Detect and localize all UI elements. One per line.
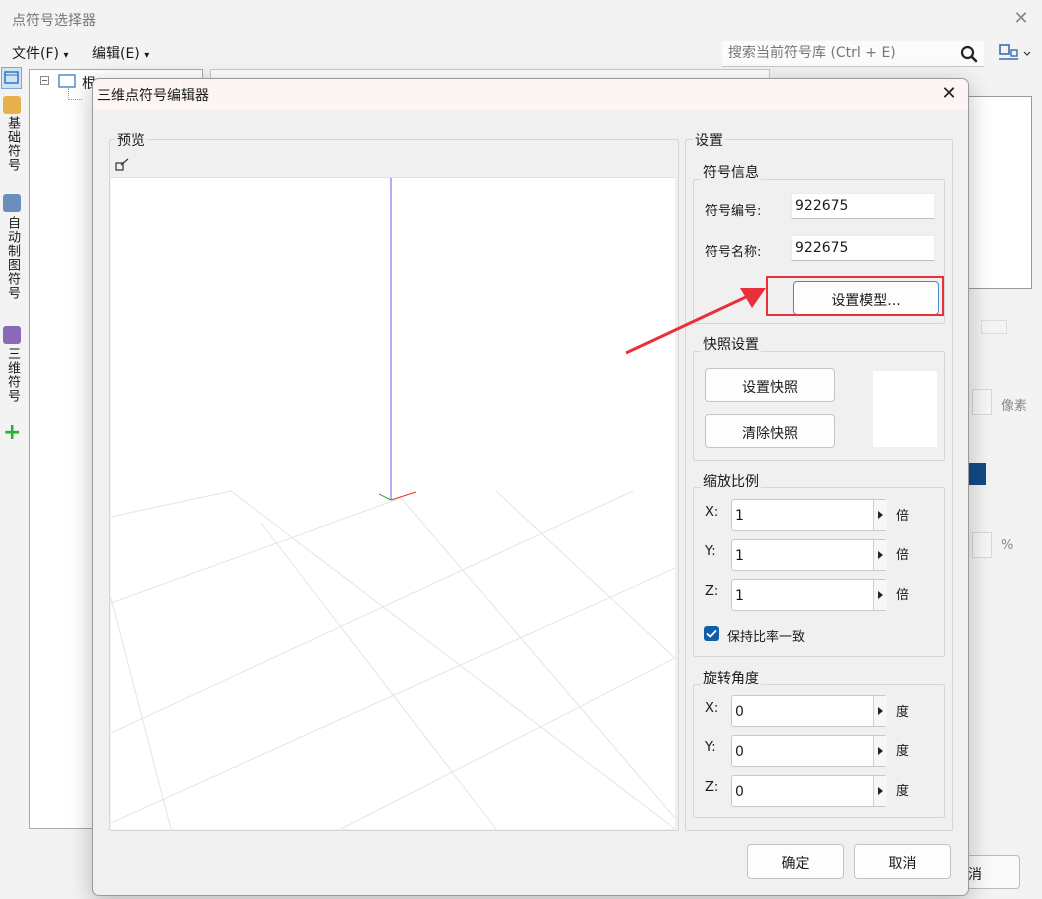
highlight-box (766, 276, 944, 316)
snapshot-thumbnail (873, 371, 937, 447)
rotation-x-label: X: (705, 701, 719, 716)
scale-y-value: 1 (735, 548, 744, 564)
rail-folder-icon[interactable] (1, 67, 22, 89)
preview-toolbar (111, 152, 675, 178)
left-tab-rail: 基础符号 自动制图符号 三维符号 + (0, 66, 24, 899)
rotation-z-unit: 度 (896, 784, 910, 799)
rotation-x-unit: 度 (896, 705, 910, 720)
3d-point-symbol-editor-dialog: 三维点符号编辑器 ✕ 预览 设置 符号信息 符号编号: 922675 符号名称:… (92, 78, 969, 896)
scale-x-unit: 倍 (896, 509, 910, 524)
keep-ratio-checkbox[interactable] (704, 626, 719, 641)
ground-grid (111, 490, 675, 829)
rotation-y-stepper[interactable]: 0 (731, 735, 887, 767)
scale-z-unit: 倍 (896, 588, 910, 603)
scale-z-value: 1 (735, 588, 744, 604)
reset-view-icon[interactable] (115, 158, 129, 172)
menu-edit-label: 编辑(E) (92, 46, 140, 62)
symbol-id-field[interactable]: 922675 (791, 193, 935, 219)
selector-cancel-label: 消 (968, 867, 982, 883)
scale-title: 缩放比例 (701, 471, 761, 491)
scale-x-arrow-icon[interactable] (873, 500, 887, 530)
dialog-close-icon[interactable]: ✕ (938, 83, 960, 105)
dialog-title: 三维点符号编辑器 (97, 88, 209, 104)
scale-y-arrow-icon[interactable] (873, 540, 887, 570)
rail-tab-3d[interactable]: 三维符号 (2, 347, 22, 403)
auto-map-symbol-icon (3, 194, 21, 212)
search-box[interactable] (722, 41, 984, 67)
x-axis-line (390, 491, 417, 501)
menu-file-arrow-icon: ▾ (63, 50, 69, 61)
symbol-id-label: 符号编号: (705, 204, 762, 219)
search-icon[interactable] (960, 45, 978, 63)
bg-opacity-spin[interactable] (972, 532, 992, 558)
tree-folder-icon (58, 74, 76, 88)
check-icon (706, 629, 717, 638)
y-axis-line (378, 493, 392, 501)
clear-snapshot-button[interactable]: 清除快照 (705, 414, 835, 448)
scale-y-unit: 倍 (896, 548, 910, 563)
size-unit-label: 像素 (1001, 399, 1028, 414)
color-swatch[interactable] (966, 463, 986, 485)
outer-close-icon[interactable]: ✕ (1010, 8, 1032, 30)
cancel-label: 取消 (888, 856, 917, 872)
opacity-unit-label: % (1001, 538, 1014, 553)
scale-x-label: X: (705, 505, 719, 520)
rotation-z-value: 0 (735, 784, 744, 800)
set-snapshot-label: 设置快照 (742, 380, 798, 396)
ok-label: 确定 (781, 856, 810, 872)
scale-z-label: Z: (705, 584, 719, 599)
bg-field (981, 320, 1007, 334)
add-library-icon[interactable]: + (3, 422, 21, 444)
rotation-title: 旋转角度 (701, 668, 761, 688)
rotation-z-label: Z: (705, 780, 719, 795)
scale-z-arrow-icon[interactable] (873, 580, 887, 610)
rotation-x-stepper[interactable]: 0 (731, 695, 887, 727)
rotation-z-arrow-icon[interactable] (873, 776, 887, 806)
rotation-y-value: 0 (735, 744, 744, 760)
settings-group-title: 设置 (693, 130, 725, 150)
pointer-arrow-icon (625, 288, 766, 355)
outer-window-title: 点符号选择器 (12, 13, 96, 29)
scale-y-label: Y: (705, 544, 716, 559)
symbol-name-field[interactable]: 922675 (791, 235, 935, 261)
search-input[interactable] (728, 45, 958, 61)
menu-edit[interactable]: 编辑(E) ▾ (92, 43, 149, 63)
bg-size-spin[interactable] (972, 389, 992, 415)
scale-x-value: 1 (735, 508, 744, 524)
rail-tab-automap[interactable]: 自动制图符号 (2, 216, 22, 300)
cancel-button[interactable]: 取消 (854, 844, 951, 879)
symbol-name-label: 符号名称: (705, 245, 762, 260)
basic-symbol-icon (3, 96, 21, 114)
symbol-info-title: 符号信息 (701, 162, 761, 182)
set-snapshot-button[interactable]: 设置快照 (705, 368, 835, 402)
menu-edit-arrow-icon: ▾ (144, 50, 150, 61)
scale-z-stepper[interactable]: 1 (731, 579, 887, 611)
scale-x-stepper[interactable]: 1 (731, 499, 887, 531)
outer-titlebar (0, 0, 1042, 38)
rotation-y-arrow-icon[interactable] (873, 736, 887, 766)
preview-group-title: 预览 (115, 130, 147, 150)
ok-button[interactable]: 确定 (747, 844, 844, 879)
keep-ratio-label[interactable]: 保持比率一致 (727, 626, 805, 645)
rotation-x-value: 0 (735, 704, 744, 720)
rotation-y-label: Y: (705, 740, 716, 755)
tree-collapse-icon[interactable]: − (40, 76, 49, 85)
tree-connector (68, 88, 82, 100)
3d-symbol-icon (3, 326, 21, 344)
rotation-x-arrow-icon[interactable] (873, 696, 887, 726)
rotation-y-unit: 度 (896, 744, 910, 759)
3d-viewport[interactable] (111, 178, 675, 829)
menu-file-label: 文件(F) (12, 46, 59, 62)
clear-snapshot-label: 清除快照 (742, 426, 798, 442)
rotation-z-stepper[interactable]: 0 (731, 775, 887, 807)
rail-tab-basic[interactable]: 基础符号 (2, 116, 22, 172)
dialog-titlebar: 三维点符号编辑器 ✕ (93, 79, 968, 110)
view-mode-icon[interactable] (998, 42, 1034, 64)
scale-y-stepper[interactable]: 1 (731, 539, 887, 571)
menu-file[interactable]: 文件(F) ▾ (12, 43, 68, 63)
